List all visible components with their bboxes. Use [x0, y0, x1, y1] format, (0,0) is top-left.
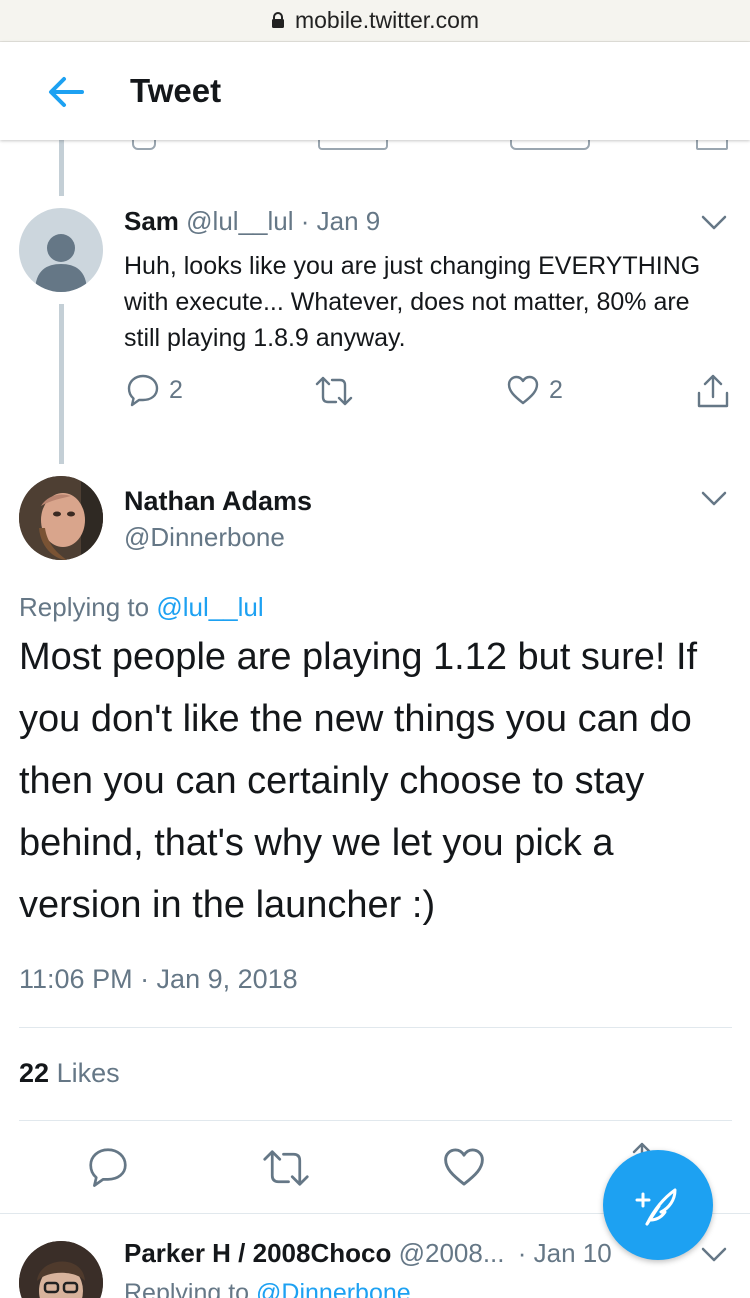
retweet-button[interactable] [260, 1148, 312, 1188]
reply-icon [89, 1148, 127, 1187]
replying-to-link[interactable]: @lul__lul [156, 592, 263, 622]
page-title: Tweet [130, 72, 222, 109]
reply-button[interactable]: 2 [126, 373, 183, 407]
avatar-sam[interactable] [19, 208, 103, 292]
like-total: 22 [19, 1058, 50, 1088]
replying-to: Replying to @Dinnerbone [124, 1279, 411, 1298]
profile-photo [19, 1241, 103, 1298]
next-tweet-header: Parker H / 2008Choco @2008... · Jan 10 [124, 1238, 612, 1269]
replying-label: Replying to [19, 592, 150, 622]
replying-to-link[interactable]: @Dinnerbone [256, 1279, 411, 1298]
author-name[interactable]: Parker H / 2008Choco [124, 1238, 391, 1268]
chevron-down-icon[interactable] [700, 214, 728, 232]
sam-tweet-header: Sam @lul__lul · Jan 9 [124, 206, 380, 237]
previous-tweet-actions [0, 140, 750, 154]
replying-label: Replying to [124, 1279, 250, 1298]
avatar-nathan-adams[interactable] [19, 476, 103, 560]
author-name[interactable]: Sam [124, 206, 179, 236]
like-count: 2 [549, 375, 563, 404]
retweet-button[interactable] [314, 375, 354, 407]
dot-separator: · [517, 1238, 527, 1268]
top-header: Tweet [0, 42, 750, 140]
sam-tweet-text: Huh, looks like you are just changing EV… [124, 252, 701, 352]
compose-feather-icon [635, 1188, 677, 1226]
main-tweet-text: Most people are playing 1.12 but sure! I… [19, 636, 698, 926]
likes-stat[interactable]: 22 Likes [19, 1058, 120, 1089]
tweet-date[interactable]: Jan 10 [534, 1238, 612, 1268]
chevron-down-icon[interactable] [700, 490, 728, 508]
retweet-icon [315, 376, 353, 406]
author-handle[interactable]: @2008... [399, 1238, 505, 1268]
tweet-date[interactable]: Jan 9 [317, 206, 381, 236]
lock-icon [271, 11, 284, 28]
tweet-timestamp: 11:06 PM · Jan 9, 2018 [19, 964, 298, 994]
author-handle[interactable]: @Dinnerbone [124, 522, 285, 553]
share-button[interactable] [696, 373, 730, 409]
profile-photo [19, 476, 103, 560]
divider [19, 1027, 732, 1028]
chevron-down-icon[interactable] [700, 1246, 728, 1264]
back-arrow-icon[interactable] [44, 72, 88, 112]
thread-line-top [59, 140, 64, 196]
heart-icon [444, 1148, 484, 1186]
browser-url-bar[interactable]: mobile.twitter.com [0, 0, 750, 42]
likes-label: Likes [56, 1058, 120, 1088]
reply-icon [127, 374, 159, 407]
author-name[interactable]: Nathan Adams [124, 486, 312, 517]
share-icon [697, 374, 729, 408]
reply-count: 2 [169, 375, 183, 404]
replying-to: Replying to @lul__lul [19, 592, 264, 623]
default-avatar-icon [35, 234, 87, 292]
reply-button[interactable] [86, 1146, 130, 1188]
retweet-icon [263, 1150, 309, 1186]
author-handle[interactable]: @lul__lul [186, 206, 293, 236]
thread-line-bottom [59, 304, 64, 464]
divider [19, 1120, 732, 1121]
compose-tweet-button[interactable] [603, 1150, 713, 1260]
heart-icon [507, 375, 539, 405]
avatar-parker-h[interactable] [19, 1241, 103, 1298]
like-button[interactable] [441, 1146, 487, 1188]
url-text: mobile.twitter.com [294, 7, 480, 33]
dot-separator: · [300, 206, 310, 236]
like-button[interactable]: 2 [506, 374, 563, 406]
